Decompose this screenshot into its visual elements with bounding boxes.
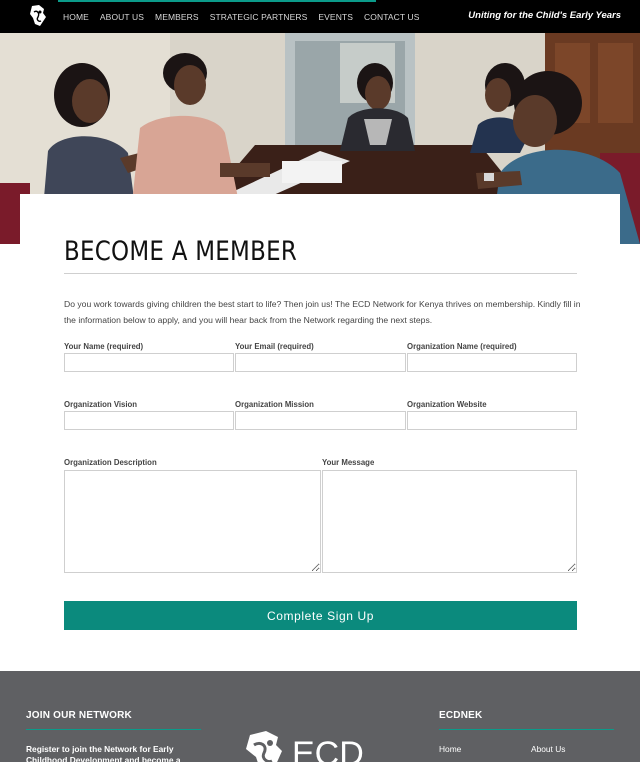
join-network-text: Register to join the Network for Early C… bbox=[26, 744, 181, 762]
footer-link-home[interactable]: Home bbox=[439, 744, 461, 754]
name-input[interactable] bbox=[64, 353, 234, 372]
org-name-label: Organization Name (required) bbox=[407, 342, 517, 351]
ecdnek-heading-rule bbox=[439, 729, 614, 730]
nav-about-us[interactable]: ABOUT US bbox=[100, 12, 144, 22]
website-input[interactable] bbox=[407, 411, 577, 430]
description-label: Organization Description bbox=[64, 458, 157, 467]
org-name-input[interactable] bbox=[407, 353, 577, 372]
message-textarea[interactable] bbox=[322, 470, 577, 573]
nav-events[interactable]: EVENTS bbox=[318, 12, 353, 22]
vision-input[interactable] bbox=[64, 411, 234, 430]
nav-members[interactable]: MEMBERS bbox=[155, 12, 199, 22]
intro-text: Do you work towards giving children the … bbox=[64, 299, 581, 325]
join-heading-rule bbox=[26, 729, 201, 730]
signup-card: BECOME A MEMBER Do you work towards givi… bbox=[20, 194, 620, 672]
join-network-heading: JOIN OUR NETWORK bbox=[26, 710, 132, 721]
vision-label: Organization Vision bbox=[64, 400, 138, 409]
main-nav: HOME ABOUT US MEMBERS STRATEGIC PARTNERS… bbox=[63, 0, 430, 33]
mission-input[interactable] bbox=[235, 411, 406, 430]
nav-strategic-partners[interactable]: STRATEGIC PARTNERS bbox=[210, 12, 308, 22]
nav-contact-us[interactable]: CONTACT US bbox=[364, 12, 419, 22]
description-textarea[interactable] bbox=[64, 470, 321, 573]
page-title: BECOME A MEMBER bbox=[64, 236, 298, 267]
top-navbar: HOME ABOUT US MEMBERS STRATEGIC PARTNERS… bbox=[0, 0, 640, 33]
kenya-map-logo-icon[interactable] bbox=[29, 4, 47, 28]
name-label: Your Name (required) bbox=[64, 342, 144, 351]
website-label: Organization Website bbox=[407, 400, 487, 409]
footer-logo-text: ECD bbox=[292, 735, 364, 762]
site-footer: JOIN OUR NETWORK Register to join the Ne… bbox=[0, 671, 640, 762]
footer-link-about-us[interactable]: About Us bbox=[531, 744, 565, 754]
ecdnek-heading: ECDNEK bbox=[439, 710, 483, 721]
mission-label: Organization Mission bbox=[235, 400, 314, 409]
email-input[interactable] bbox=[235, 353, 406, 372]
complete-sign-up-button[interactable]: Complete Sign Up bbox=[64, 601, 577, 630]
nav-home[interactable]: HOME bbox=[63, 12, 89, 22]
title-divider bbox=[64, 273, 577, 274]
site-tagline: Uniting for the Child's Early Years bbox=[468, 10, 621, 21]
message-label: Your Message bbox=[322, 458, 375, 467]
ecd-footer-logo: ECD bbox=[246, 731, 364, 762]
email-label: Your Email (required) bbox=[235, 342, 314, 351]
